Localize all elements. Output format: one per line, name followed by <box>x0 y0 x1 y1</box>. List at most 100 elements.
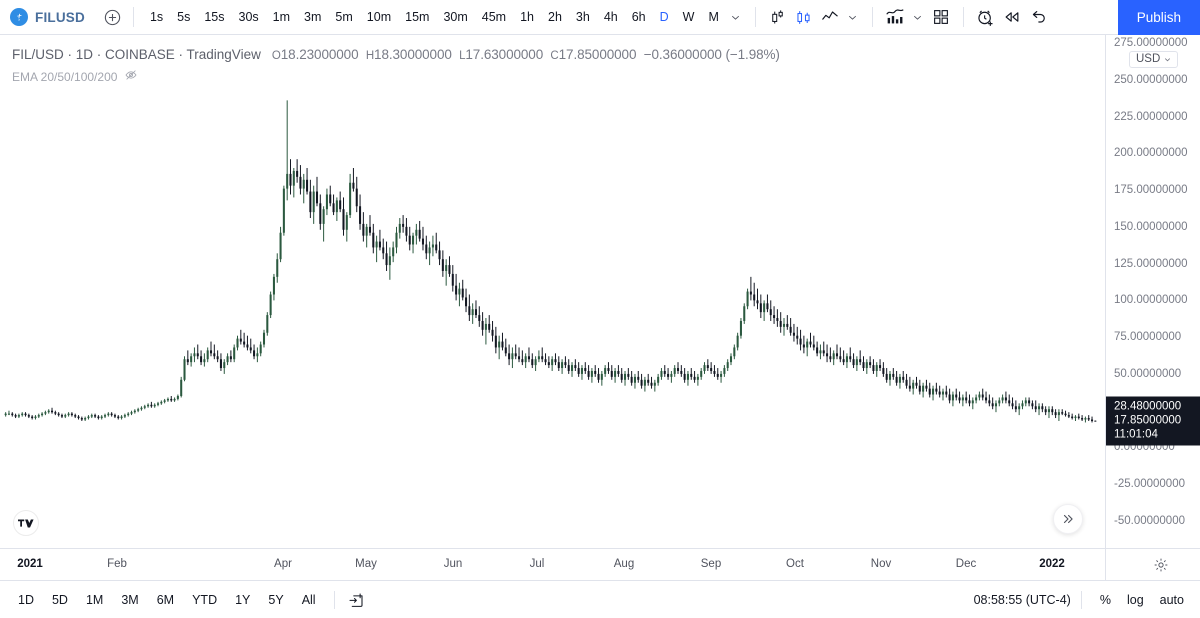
layouts-grid-icon[interactable] <box>928 5 954 29</box>
bottom-divider <box>333 590 335 609</box>
candlestick-chart-icon[interactable] <box>765 5 791 29</box>
publish-button[interactable]: Publish <box>1117 0 1200 35</box>
timeframe-D[interactable]: D <box>653 7 676 27</box>
timeframe-15m[interactable]: 15m <box>398 7 436 27</box>
time-tick-2022: 2022 <box>1039 558 1065 570</box>
range-5d-button[interactable]: 5D <box>44 590 76 610</box>
tradingview-logo-icon <box>13 510 39 536</box>
timeframe-6h[interactable]: 6h <box>625 7 653 27</box>
candlestick-series <box>4 100 1097 423</box>
badge-countdown: 11:01:04 <box>1114 428 1158 441</box>
timeframe-30s[interactable]: 30s <box>232 7 266 27</box>
chevron-down-icon <box>1165 57 1171 61</box>
time-tick-Sep: Sep <box>700 558 722 570</box>
timeframe-1s[interactable]: 1s <box>143 7 170 27</box>
range-3m-button[interactable]: 3M <box>113 590 146 610</box>
price-tick: 250.00000000 <box>1114 73 1188 86</box>
timeframe-15s[interactable]: 15s <box>197 7 231 27</box>
currency-unit-label: USD <box>1136 53 1161 65</box>
timeframe-4h[interactable]: 4h <box>597 7 625 27</box>
time-tick-May: May <box>355 558 377 570</box>
range-6m-button[interactable]: 6M <box>149 590 182 610</box>
time-axis[interactable]: 2021 Feb Apr May Jun Jul Aug Sep Oct Nov Dec 2022 <box>0 548 1200 581</box>
auto-scale-button[interactable]: auto <box>1152 590 1192 610</box>
log-scale-button[interactable]: log <box>1119 590 1152 610</box>
last-price-badge[interactable]: 28.48000000 17.85000000 11:01:04 <box>1106 396 1200 446</box>
time-tick-Feb: Feb <box>107 558 127 570</box>
time-tick-2021: 2021 <box>17 558 43 570</box>
time-tick-Oct: Oct <box>786 558 804 570</box>
timeframe-list: 1s 5s 15s 30s 1m 3m 5m 10m 15m 30m 45m 1h 2h 3h 4h 6h D W… <box>143 7 726 27</box>
price-tick: 275.00000000 <box>1114 37 1188 49</box>
double-chevron-right-icon[interactable] <box>1053 504 1083 534</box>
price-tick: 75.00000000 <box>1114 331 1182 344</box>
timeframe-M[interactable]: M <box>701 7 725 27</box>
chevron-down-icon[interactable] <box>726 5 746 29</box>
price-tick: -25.00000000 <box>1114 478 1185 491</box>
top-toolbar: FILUSD 1s 5s 15s 30s 1m 3m 5m 10m 15m 30m 45m 1h 2h 3… <box>0 0 1200 35</box>
filecoin-logo-icon <box>10 8 28 26</box>
price-axis[interactable]: USD 275.00000000 250.00000000 225.00000000… <box>1105 35 1200 548</box>
range-all-button[interactable]: All <box>294 590 324 610</box>
toolbar-divider <box>754 7 756 27</box>
symbol-button[interactable]: FILUSD <box>0 8 85 26</box>
chevron-down-icon[interactable] <box>908 5 928 29</box>
price-tick: 125.00000000 <box>1114 257 1188 270</box>
price-tick: 225.00000000 <box>1114 110 1188 123</box>
timeframe-30m[interactable]: 30m <box>436 7 474 27</box>
timeframe-45m[interactable]: 45m <box>475 7 513 27</box>
time-tick-Aug: Aug <box>613 558 635 570</box>
timeframe-3m[interactable]: 3m <box>297 7 328 27</box>
time-tick-Jun: Jun <box>443 558 463 570</box>
timeframe-3h[interactable]: 3h <box>569 7 597 27</box>
line-chart-icon[interactable] <box>817 5 843 29</box>
toolbar-divider <box>132 7 134 27</box>
bottom-status-bar: 1D 5D 1M 3M 6M YTD 1Y 5Y All 08:58:55 (UTC-4) % l… <box>0 580 1200 618</box>
bottom-divider <box>1080 590 1082 609</box>
range-5y-button[interactable]: 5Y <box>260 590 291 610</box>
chart-canvas[interactable]: FIL/USD · 1D · COINBASE · TradingView O1… <box>0 35 1105 548</box>
scale-button-list: % log auto <box>1092 590 1200 610</box>
time-tick-Apr: Apr <box>274 558 292 570</box>
time-tick-Jul: Jul <box>529 558 545 570</box>
clock-label: 08:58:55 (UTC-4) <box>973 592 1071 607</box>
range-ytd-button[interactable]: YTD <box>184 590 225 610</box>
candles-style-icon[interactable] <box>791 5 817 29</box>
price-tick: 150.00000000 <box>1114 220 1188 233</box>
price-tick: 50.00000000 <box>1114 367 1182 380</box>
timeframe-W[interactable]: W <box>676 7 702 27</box>
range-1m-button[interactable]: 1M <box>78 590 111 610</box>
chevron-down-icon[interactable] <box>843 5 863 29</box>
timeframe-5s[interactable]: 5s <box>170 7 197 27</box>
gear-icon[interactable] <box>1152 556 1170 574</box>
toolbar-divider <box>871 7 873 27</box>
timeframe-1m[interactable]: 1m <box>266 7 297 27</box>
currency-unit-dropdown[interactable]: USD <box>1129 51 1179 68</box>
time-tick-Nov: Nov <box>870 558 892 570</box>
badge-high-price: 28.48000000 <box>1114 400 1182 413</box>
badge-last-price: 17.85000000 <box>1114 414 1182 427</box>
price-tick: 100.00000000 <box>1114 294 1188 307</box>
indicators-icon[interactable] <box>882 5 908 29</box>
symbol-label: FILUSD <box>35 9 85 25</box>
timeframe-5m[interactable]: 5m <box>328 7 359 27</box>
timeframe-1h[interactable]: 1h <box>513 7 541 27</box>
chart-style-icons <box>765 5 863 29</box>
range-1d-button[interactable]: 1D <box>10 590 42 610</box>
time-tick-Dec: Dec <box>955 558 977 570</box>
range-1y-button[interactable]: 1Y <box>227 590 258 610</box>
price-tick: -50.00000000 <box>1114 515 1185 527</box>
alert-clock-add-icon[interactable] <box>973 5 999 29</box>
toolbar-divider <box>962 7 964 27</box>
indicator-icons <box>882 5 954 29</box>
plus-circle-icon[interactable] <box>102 6 124 28</box>
timeframe-10m[interactable]: 10m <box>360 7 398 27</box>
replay-rewind-icon[interactable] <box>999 5 1025 29</box>
percent-scale-button[interactable]: % <box>1092 590 1119 610</box>
calendar-goto-icon[interactable] <box>345 589 367 611</box>
price-tick: 175.00000000 <box>1114 184 1188 197</box>
undo-arrow-icon[interactable] <box>1025 5 1051 29</box>
timeframe-2h[interactable]: 2h <box>541 7 569 27</box>
price-tick: 200.00000000 <box>1114 147 1188 160</box>
tradingview-chart-app: FILUSD 1s 5s 15s 30s 1m 3m 5m 10m 15m 30m 45m 1h 2h 3… <box>0 0 1200 618</box>
